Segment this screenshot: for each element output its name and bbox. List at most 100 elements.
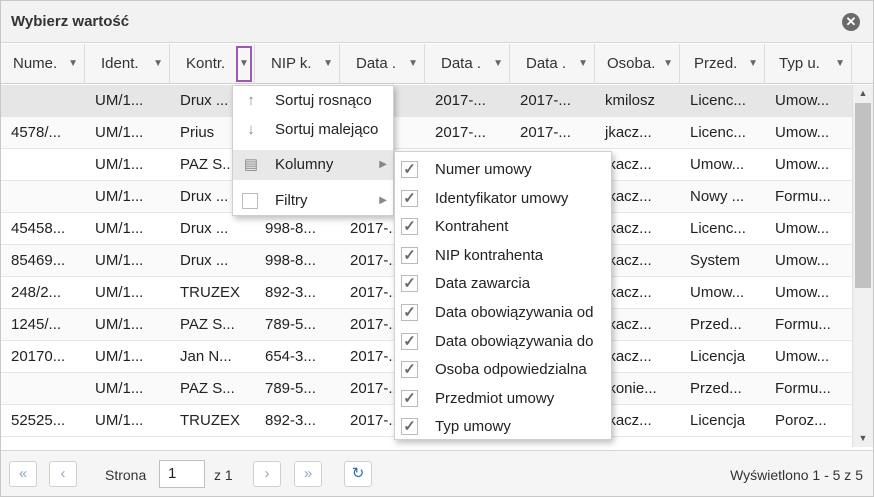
table-cell [1, 181, 85, 213]
column-toggle-item[interactable]: ✓ Identyfikator umowy [395, 184, 611, 214]
column-header-identyfikator[interactable]: Ident. ▼ [85, 44, 170, 84]
next-page-icon[interactable]: › [253, 461, 281, 487]
table-cell: 2017-... [520, 92, 571, 109]
column-toggle-item[interactable]: ✓ Data zawarcia [395, 269, 611, 299]
table-cell: Umow... [775, 124, 830, 141]
scroll-down-icon[interactable]: ▼ [853, 433, 873, 443]
table-cell: UM/1... [95, 348, 144, 365]
arrow-up-icon: ↑ [247, 92, 255, 109]
column-header-label: Data . [441, 55, 482, 72]
refresh-icon[interactable]: ↻ [344, 461, 372, 487]
table-cell: Licencja [690, 348, 746, 365]
column-toggle-item[interactable]: ✓ Typ umowy [395, 412, 611, 442]
table-row[interactable]: 4578/... UM/1... Prius 2017-... 2017-... jkac… [1, 117, 852, 149]
column-header-label: Data . [356, 55, 397, 72]
column-toggle-item[interactable]: ✓ Data obowiązywania od [395, 298, 611, 328]
checkbox-checked-icon[interactable]: ✓ [401, 189, 418, 207]
menu-item-sort-desc[interactable]: ↓ Sortuj malejąco [233, 115, 393, 145]
checkbox-checked-icon[interactable]: ✓ [401, 304, 418, 321]
column-toggle-item[interactable]: ✓ Kontrahent [395, 212, 611, 242]
table-cell: 998-8... [265, 252, 316, 269]
column-header-numer[interactable]: Nume. ▼ [1, 44, 85, 84]
table-cell: System [690, 252, 741, 269]
column-header-osoba[interactable]: Osoba. ▼ [595, 44, 680, 84]
column-toggle-item[interactable]: ✓ NIP kontrahenta [395, 241, 611, 271]
checkbox-checked-icon[interactable]: ✓ [401, 275, 418, 293]
table-cell: 52525... [11, 412, 66, 429]
table-cell: Poroz... [775, 412, 827, 429]
checkbox-checked-icon[interactable]: ✓ [401, 389, 418, 407]
column-toggle-item[interactable]: ✓ Data obowiązywania do [395, 327, 611, 357]
chevron-down-icon[interactable]: ▼ [748, 44, 758, 84]
column-header-label: Nume. [13, 55, 58, 72]
vertical-scrollbar[interactable]: ▲ ▼ [852, 85, 873, 447]
checkbox-checked-icon[interactable]: ✓ [401, 332, 418, 350]
table-cell: Formu... [775, 188, 831, 205]
table-cell: Umow... [775, 284, 830, 301]
chevron-down-icon[interactable]: ▼ [236, 46, 252, 82]
menu-item-sort-asc[interactable]: ↑ Sortuj rosnąco [233, 86, 393, 116]
column-header-typ[interactable]: Typ u. ▼ [765, 44, 852, 84]
chevron-down-icon[interactable]: ▼ [323, 44, 333, 84]
checkbox-checked-icon[interactable]: ✓ [401, 246, 418, 264]
table-cell: Umow... [775, 220, 830, 237]
table-cell: UM/1... [95, 188, 144, 205]
scroll-up-icon[interactable]: ▲ [853, 88, 873, 98]
column-header-nip[interactable]: NIP k. ▼ [255, 44, 340, 84]
column-toggle-item[interactable]: ✓ Przedmiot umowy [395, 384, 611, 414]
table-cell: Umow... [775, 252, 830, 269]
table-cell: 789-5... [265, 316, 316, 333]
table-row[interactable]: UM/1... Drux ... 2017-... 2017-... kmilosz Li… [1, 85, 852, 117]
column-header-label: Typ u. [779, 55, 820, 72]
close-icon[interactable]: ✕ [842, 13, 860, 31]
column-header-data-od[interactable]: Data . ▼ [425, 44, 510, 84]
column-toggle-label: Data obowiązywania od [435, 304, 594, 321]
column-header-data-zawarcia[interactable]: Data . ▼ [340, 44, 425, 84]
checkbox-checked-icon[interactable]: ✓ [401, 218, 418, 236]
chevron-down-icon[interactable]: ▼ [663, 44, 673, 84]
table-cell: Formu... [775, 316, 831, 333]
table-cell: jkacz... [605, 124, 652, 141]
column-header-data-do[interactable]: Data . ▼ [510, 44, 595, 84]
grid-header: Nume. ▼ Ident. ▼ Kontr. ▼ NIP k. ▼ Data . ▼ D… [1, 44, 873, 84]
table-cell: UM/1... [95, 252, 144, 269]
column-header-kontrahent[interactable]: Kontr. ▼ [170, 44, 255, 84]
last-page-icon[interactable]: » [294, 461, 322, 487]
column-header-label: Data . [526, 55, 567, 72]
column-toggle-item[interactable]: ✓ Numer umowy [395, 155, 611, 185]
menu-item-columns[interactable]: ▤ Kolumny ▶ [233, 150, 393, 180]
menu-item-label: Sortuj rosnąco [275, 92, 372, 109]
chevron-down-icon[interactable]: ▼ [68, 44, 78, 84]
previous-page-icon[interactable]: ‹ [49, 461, 77, 487]
checkbox-checked-icon[interactable]: ✓ [401, 161, 418, 178]
scrollbar-thumb[interactable] [855, 103, 871, 288]
table-cell: UM/1... [95, 412, 144, 429]
table-cell: 892-3... [265, 284, 316, 301]
table-cell [1, 149, 85, 181]
table-cell: PAZ S... [180, 380, 235, 397]
chevron-down-icon[interactable]: ▼ [153, 44, 163, 84]
page-label: Strona [105, 467, 147, 483]
table-cell: 45458... [11, 220, 66, 237]
table-cell: UM/1... [95, 284, 144, 301]
menu-item-filters[interactable]: Filtry ▶ [233, 186, 393, 216]
chevron-down-icon[interactable]: ▼ [578, 44, 588, 84]
column-menu: ↑ Sortuj rosnąco ↓ Sortuj malejąco ▤ Kol… [232, 85, 394, 216]
table-cell: PAZ S... [180, 316, 235, 333]
submenu-arrow-icon: ▶ [379, 159, 387, 170]
column-toggle-item[interactable]: ✓ Osoba odpowiedzialna [395, 355, 611, 385]
chevron-down-icon[interactable]: ▼ [835, 44, 845, 84]
chevron-down-icon[interactable]: ▼ [493, 44, 503, 84]
table-cell: 1245/... [11, 316, 62, 333]
table-cell: 2017-... [520, 124, 571, 141]
checkbox-checked-icon[interactable]: ✓ [401, 418, 418, 436]
checkbox-checked-icon[interactable]: ✓ [401, 361, 418, 379]
table-cell: 789-5... [265, 380, 316, 397]
page-summary: Wyświetlono 1 - 5 z 5 [730, 467, 863, 483]
table-cell: Drux ... [180, 220, 229, 237]
column-header-przedmiot[interactable]: Przed. ▼ [680, 44, 765, 84]
first-page-icon[interactable]: « [9, 461, 37, 487]
chevron-down-icon[interactable]: ▼ [408, 44, 418, 84]
column-header-label: NIP k. [271, 55, 312, 72]
page-input[interactable]: 1 [159, 460, 205, 488]
